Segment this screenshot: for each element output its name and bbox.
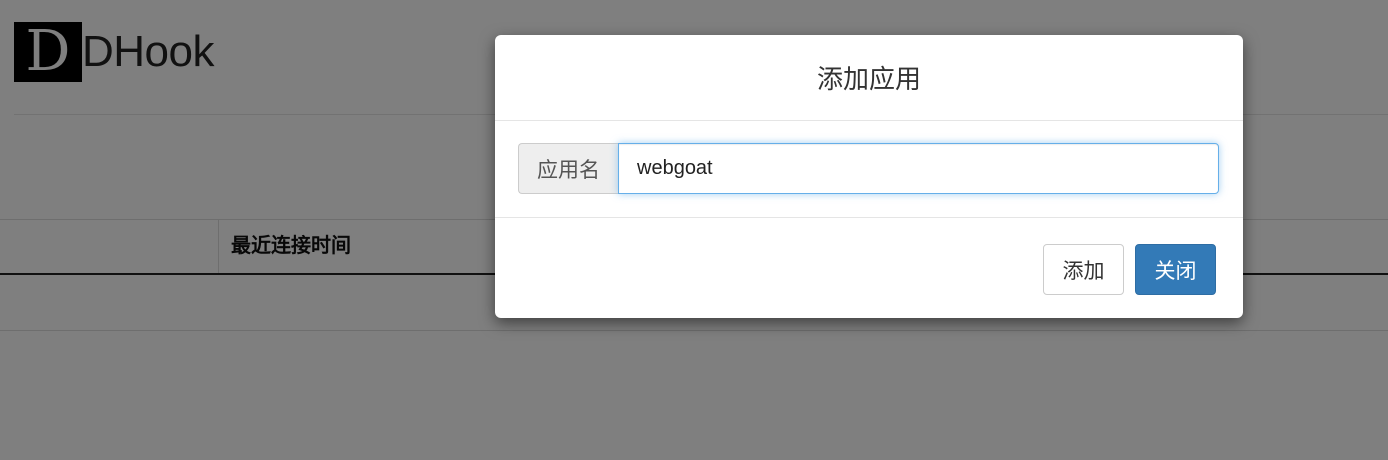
modal-header: 添加应用 [495,35,1243,121]
add-button[interactable]: 添加 [1043,244,1124,295]
modal-footer: 添加 关闭 [495,218,1243,317]
add-app-modal: 添加应用 应用名 添加 关闭 [495,35,1243,318]
app-name-input-group: 应用名 [518,143,1219,194]
app-name-label: 应用名 [518,143,618,194]
modal-body: 应用名 [495,121,1243,218]
close-button[interactable]: 关闭 [1135,244,1216,295]
page: D DHook 最近连接时间 添加应用 应用名 添加 关闭 [0,0,1388,460]
modal-title: 添加应用 [816,64,921,94]
app-name-input[interactable] [618,143,1219,194]
